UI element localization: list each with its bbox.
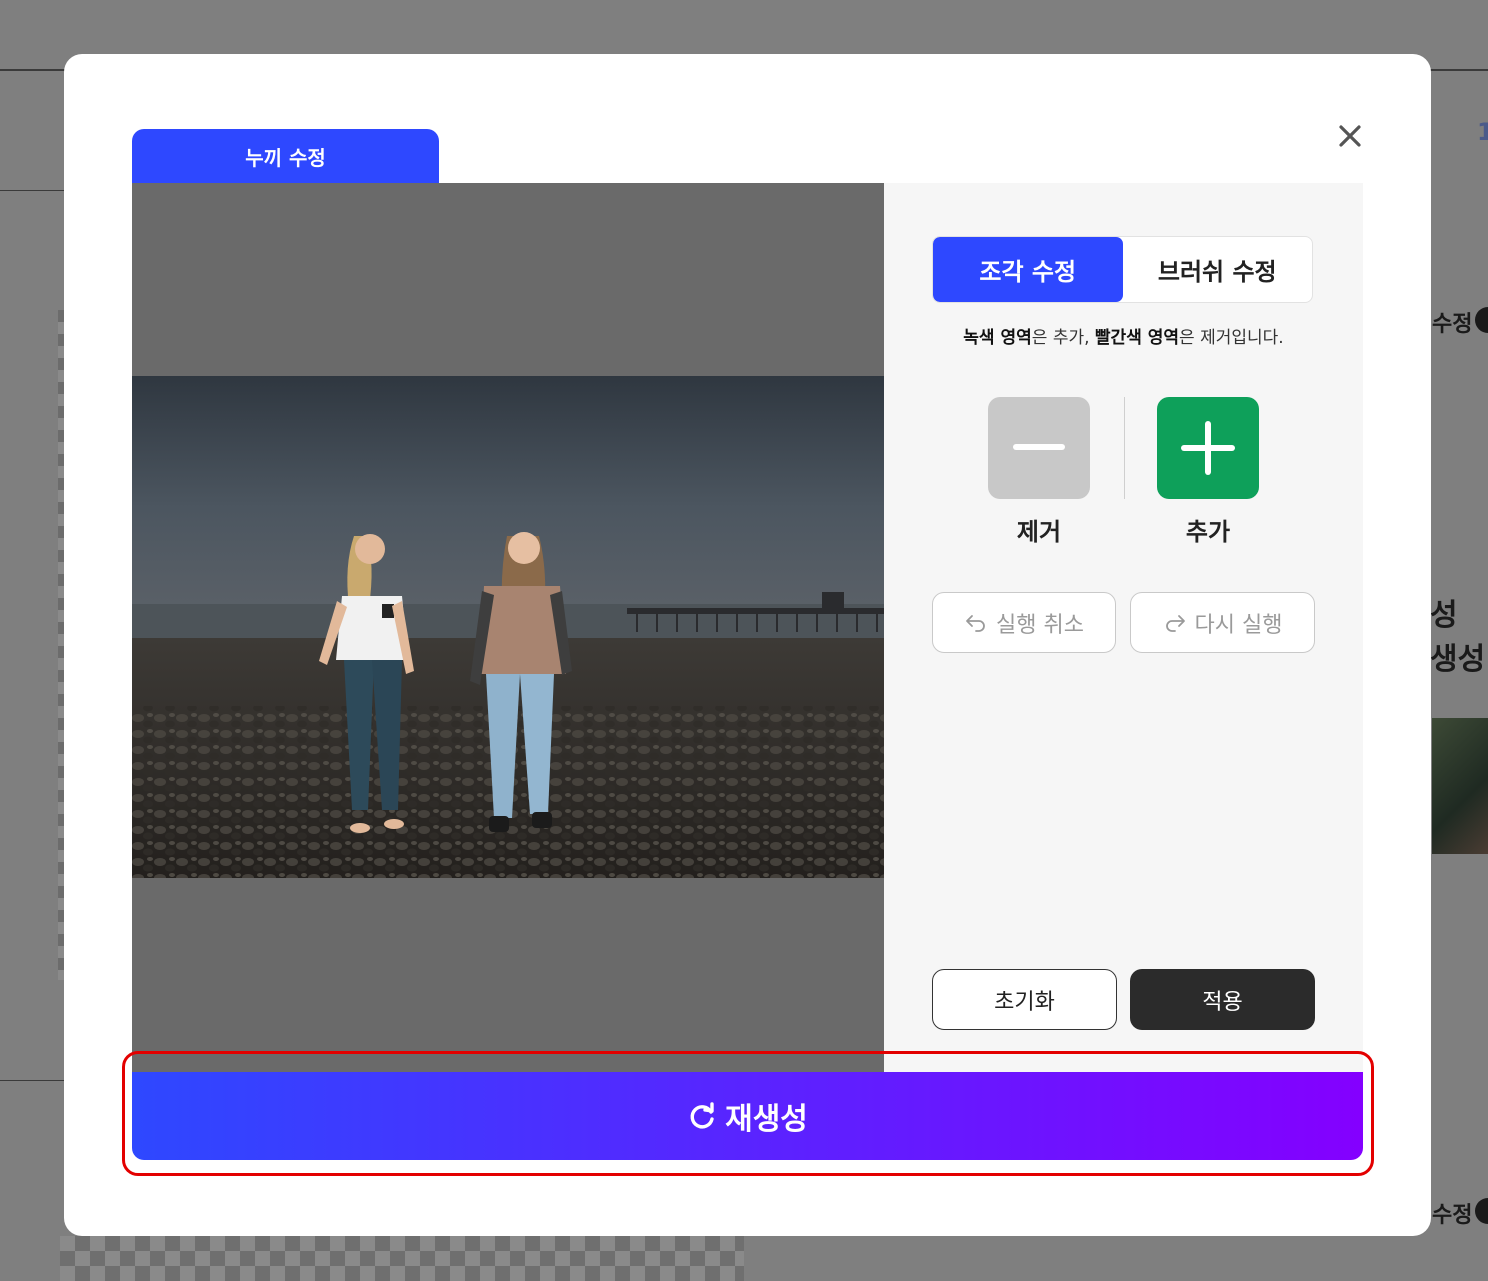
redo-button[interactable]: 다시 실행 <box>1130 592 1315 653</box>
regenerate-button[interactable]: 재생성 <box>132 1072 1363 1160</box>
hint-mid: 은 추가, <box>1031 328 1095 348</box>
add-label: 추가 <box>1185 518 1231 546</box>
bg-checker-bottom <box>60 1236 744 1281</box>
remove-label: 제거 <box>1016 518 1062 546</box>
bg-label-edit: 수정 <box>1432 312 1473 337</box>
undo-label: 실행 취소 <box>996 612 1084 638</box>
hint-text: 녹색 영역은 추가, 빨간색 영역은 제거입니다. <box>884 323 1363 348</box>
bg-label-generate: 성 생성 <box>1430 598 1486 677</box>
tab-cutout-edit[interactable]: 누끼 수정 <box>132 129 439 183</box>
hint-end: 은 제거입니다. <box>1179 328 1284 348</box>
bg-rule-3 <box>0 1080 64 1081</box>
minus-icon <box>1013 444 1065 450</box>
photo-preview[interactable] <box>132 376 884 878</box>
undo-icon <box>966 614 985 632</box>
bg-toggle-2 <box>1475 1198 1488 1224</box>
plus-icon <box>1181 421 1235 475</box>
redo-icon <box>1165 614 1185 632</box>
bg-toggle <box>1475 307 1488 333</box>
hint-green: 녹색 영역 <box>963 328 1032 348</box>
add-tool-button[interactable] <box>1157 397 1259 499</box>
redo-label: 다시 실행 <box>1194 612 1283 638</box>
undo-button[interactable]: 실행 취소 <box>932 592 1116 653</box>
regenerate-label: 재생성 <box>725 1102 808 1137</box>
hint-red: 빨간색 영역 <box>1094 328 1180 348</box>
remove-tool-button[interactable] <box>988 397 1090 499</box>
close-button[interactable] <box>1332 118 1368 154</box>
refresh-icon <box>690 1102 714 1129</box>
apply-button[interactable]: 적용 <box>1130 969 1315 1030</box>
reset-button[interactable]: 초기화 <box>932 969 1117 1030</box>
edit-mode-segmented: 조각 수정 브러쉬 수정 <box>932 236 1313 303</box>
tab-piece-edit[interactable]: 조각 수정 <box>933 237 1123 302</box>
tab-brush-edit[interactable]: 브러쉬 수정 <box>1123 237 1313 302</box>
bg-label-edit-2: 수정 <box>1432 1203 1473 1228</box>
bg-rule-2 <box>0 190 64 191</box>
bg-page-digit: 1 <box>1477 118 1488 146</box>
bg-thumbnail <box>1432 718 1488 854</box>
close-icon <box>1339 125 1361 147</box>
tool-divider <box>1124 397 1125 499</box>
